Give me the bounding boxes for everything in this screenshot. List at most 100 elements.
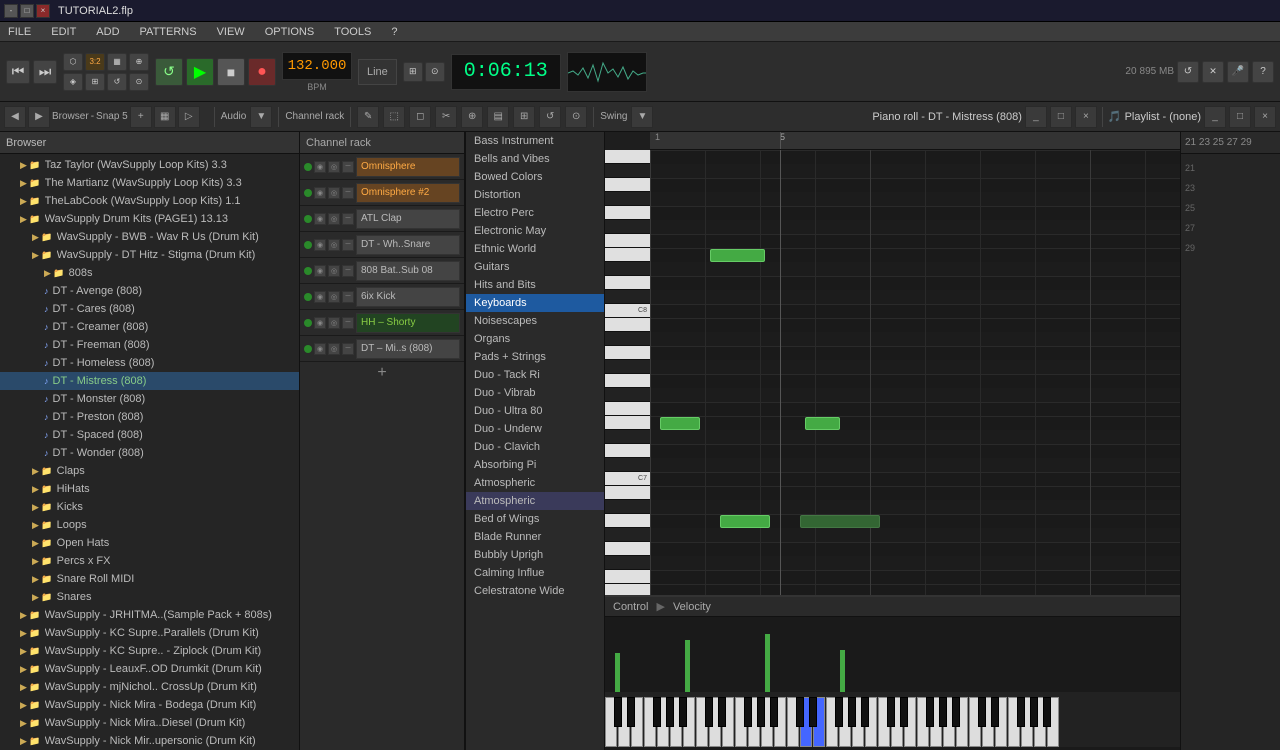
mode-btn-8[interactable]: ⊙ [129,73,149,91]
piano-key-G#8[interactable] [605,192,650,206]
sidebar-item[interactable]: ▶ 📁WavSupply - Nick Mira - Bodega (Drum … [0,696,299,714]
channel-solo-btn[interactable]: ◎ [328,239,340,251]
mode-btn-4[interactable]: ⊕ [129,53,149,71]
sidebar-item[interactable]: ▶ 📁WavSupply - KC Supre..Parallels (Drum… [0,624,299,642]
pr-tool-misc4[interactable]: ⊙ [565,106,587,128]
piano-key-F#7[interactable] [605,388,650,402]
piano-black-key[interactable] [991,697,999,727]
note-grid[interactable] [650,150,1180,595]
misc-btn-2[interactable]: ⊙ [425,62,445,82]
instrument-category[interactable]: Electro Perc [466,204,604,222]
instrument-category[interactable]: Duo - Tack Ri [466,366,604,384]
channel-led[interactable] [304,267,312,275]
sidebar-item[interactable]: ▶ 📁WavSupply - KC Supre.. - Ziplock (Dru… [0,642,299,660]
pr-maximize[interactable]: □ [1050,106,1072,128]
channel-led[interactable] [304,241,312,249]
instrument-category[interactable]: Absorbing Pi [466,456,604,474]
velocity-bar-3[interactable] [840,650,845,692]
piano-key-G6[interactable] [605,542,650,556]
instrument-menu[interactable]: Bass InstrumentBells and VibesBowed Colo… [465,132,605,750]
instrument-category[interactable]: Bubbly Uprigh [466,546,604,564]
pr-tool-draw[interactable]: ✎ [357,106,379,128]
bpm-display[interactable]: 132.000 [282,52,352,80]
pl-minimize[interactable]: _ [1204,106,1226,128]
channel-settings-btn[interactable]: ─ [342,291,354,303]
channel-settings-btn[interactable]: ─ [342,265,354,277]
piano-black-key[interactable] [653,697,661,727]
pr-tool-cut[interactable]: ✂ [435,106,457,128]
piano-black-key[interactable] [952,697,960,727]
sidebar-item[interactable]: ▶ 📁Taz Taylor (WavSupply Loop Kits) 3.3 [0,156,299,174]
channel-name[interactable]: Omnisphere #2 [356,183,460,203]
channel-mute-btn[interactable]: ◉ [314,239,326,251]
sidebar-item[interactable]: ▶ 📁Kicks [0,498,299,516]
sidebar-item[interactable]: ♪DT - Creamer (808) [0,318,299,336]
sidebar-item[interactable]: ♪DT - Homeless (808) [0,354,299,372]
sidebar-item[interactable]: ▶ 📁WavSupply - DT Hitz - Stigma (Drum Ki… [0,246,299,264]
instrument-category[interactable]: Duo - Ultra 80 [466,402,604,420]
instrument-category[interactable]: Atmospheric [466,492,604,510]
sidebar-item[interactable]: ♪DT - Preston (808) [0,408,299,426]
sidebar-item[interactable]: ▶ 📁HiHats [0,480,299,498]
play-button[interactable]: ▶ [186,58,214,86]
menu-options[interactable]: OPTIONS [261,24,319,40]
minimize-button[interactable]: - [4,4,18,18]
mode-btn-1[interactable]: ⬡ [63,53,83,71]
piano-black-key[interactable] [679,697,687,727]
close-button[interactable]: × [36,4,50,18]
piano-key-B6[interactable] [605,486,650,500]
instrument-category[interactable]: Keyboards [466,294,604,312]
instrument-category[interactable]: Organs [466,330,604,348]
piano-black-key[interactable] [887,697,895,727]
record-button[interactable]: ● [248,58,276,86]
piano-key-G#6[interactable] [605,528,650,542]
piano-key-G7[interactable] [605,374,650,388]
channel-settings-btn[interactable]: ─ [342,161,354,173]
instrument-category[interactable]: Pads + Strings [466,348,604,366]
refresh-button[interactable]: ↺ [1177,61,1199,83]
piano-black-key[interactable] [939,697,947,727]
velocity-bar-0[interactable] [615,653,620,692]
channel-name[interactable]: 808 Bat..Sub 08 [356,261,460,281]
piano-key-D#8[interactable] [605,262,650,276]
channel-solo-btn[interactable]: ◎ [328,265,340,277]
sidebar-item[interactable]: ▶ 📁Percs x FX [0,552,299,570]
menu-patterns[interactable]: PATTERNS [136,24,201,40]
piano-key-A8[interactable] [605,178,650,192]
channel-led[interactable] [304,215,312,223]
channel-mute-btn[interactable]: ◉ [314,213,326,225]
sidebar-item[interactable]: ♪DT - Spaced (808) [0,426,299,444]
channel-name[interactable]: HH – Shorty [356,313,460,333]
channel-mute-btn[interactable]: ◉ [314,291,326,303]
sidebar-item[interactable]: ▶ 📁WavSupply - LeauxF..OD Drumkit (Drum … [0,660,299,678]
browser-nav-right[interactable]: ▶ [28,106,50,128]
instrument-category[interactable]: Bass Instrument [466,132,604,150]
piano-key-D8[interactable] [605,276,650,290]
piano-black-key[interactable] [861,697,869,727]
sidebar-item[interactable]: ▶ 📁Snares [0,588,299,606]
menu-view[interactable]: VIEW [213,24,249,40]
instrument-category[interactable]: Electronic May [466,222,604,240]
channel-solo-btn[interactable]: ◎ [328,187,340,199]
pr-close[interactable]: × [1075,106,1097,128]
channel-led[interactable] [304,163,312,171]
sidebar-item[interactable]: ▶ 📁WavSupply - BWB - Wav R Us (Drum Kit) [0,228,299,246]
piano-key-E6[interactable] [605,584,650,595]
mode-btn-6[interactable]: ⊞ [85,73,105,91]
piano-key-E8[interactable] [605,248,650,262]
piano-black-key[interactable] [809,697,817,727]
channel-name[interactable]: 6ix Kick [356,287,460,307]
snap-button[interactable]: ⊞ [403,62,423,82]
menu-help[interactable]: ? [387,24,401,40]
menu-file[interactable]: FILE [4,24,35,40]
instrument-category[interactable]: Duo - Vibrab [466,384,604,402]
instrument-category[interactable]: Noisescapes [466,312,604,330]
pr-tool-misc3[interactable]: ↺ [539,106,561,128]
piano-black-key[interactable] [744,697,752,727]
rewind-button[interactable]: ⏮ [6,60,30,84]
piano-key-A7[interactable] [605,346,650,360]
channel-mute-btn[interactable]: ◉ [314,161,326,173]
window-controls[interactable]: - □ × [4,4,50,18]
piano-key-B8[interactable] [605,150,650,164]
sidebar-item[interactable]: ▶ 📁808s [0,264,299,282]
